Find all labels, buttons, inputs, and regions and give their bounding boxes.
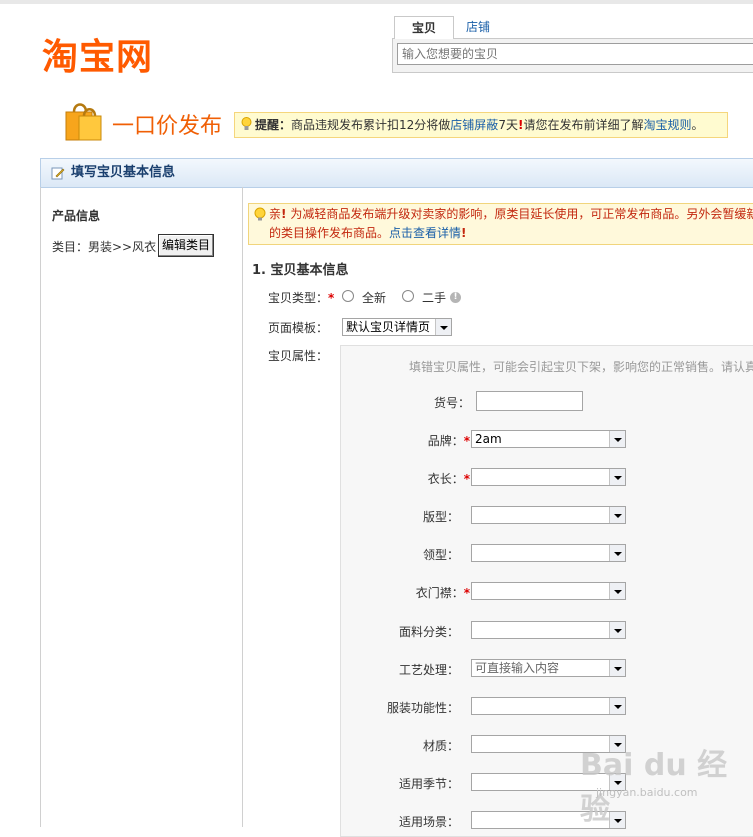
tab-items[interactable]: 宝贝	[394, 16, 454, 39]
chevron-down-icon	[609, 698, 625, 714]
watermark-url: jingyan.baidu.com	[596, 786, 698, 799]
search-box	[392, 38, 753, 73]
radio-used-label: 二手	[422, 291, 447, 305]
radio-new-label: 全新	[362, 291, 387, 305]
publish-title: 一口价发布	[112, 114, 223, 139]
watermark-logo: Bai du 经验	[580, 748, 728, 827]
taobao-logo[interactable]: 淘宝网	[42, 28, 153, 80]
top-border	[0, 0, 753, 4]
left-panel: 产品信息 类目：男装>>风衣 编辑类目	[40, 187, 243, 827]
chevron-down-icon	[609, 622, 625, 638]
taobao-rules-link[interactable]: 淘宝规则	[643, 118, 691, 132]
help-icon[interactable]: !	[450, 292, 461, 303]
field-label-item-no: 货号：	[433, 396, 470, 410]
length-select[interactable]	[471, 468, 626, 486]
template-label: 页面模板：	[268, 321, 329, 335]
notice-days: 7天	[498, 118, 518, 132]
fit-select[interactable]	[471, 506, 626, 524]
field-label-fit: 版型：	[422, 510, 459, 524]
template-select[interactable]: 默认宝贝详情页	[342, 318, 452, 336]
edit-pencil-icon	[51, 167, 65, 180]
warning-line-2: 的类目操作发布商品。	[269, 226, 390, 240]
chevron-down-icon	[609, 545, 625, 561]
field-label-function: 服装功能性：	[386, 701, 459, 715]
form-area: 亲! 为减轻商品发布端升级对卖家的影响，原类目延长使用，可正常发布商品。另外会暂…	[242, 187, 753, 837]
shopping-bag-icon	[65, 103, 102, 141]
lightbulb-icon	[241, 113, 255, 137]
fabric-select[interactable]	[471, 621, 626, 639]
chevron-down-icon	[609, 583, 625, 599]
warning-line-1: 为减轻商品发布端升级对卖家的影响，原类目延长使用，可正常发布商品。另外会暂缓新	[290, 207, 753, 221]
collar-select[interactable]	[471, 544, 626, 562]
rules-notice: 提醒：商品违规发布累计扣12分将做店铺屏蔽7天!请您在发布前详细了解淘宝规则。	[234, 112, 728, 138]
field-label-length: 衣长：*	[427, 472, 470, 486]
item-type-label: 宝贝类型：*	[268, 291, 335, 305]
section-header: 填写宝贝基本信息	[40, 158, 753, 188]
brand-select[interactable]: 2am	[471, 430, 626, 448]
attributes-hint: 填错宝贝属性，可能会引起宝贝下架，影响您的正常销售。请认真	[409, 360, 753, 374]
process-select[interactable]: 可直接输入内容	[471, 659, 626, 677]
upgrade-warning: 亲! 为减轻商品发布端升级对卖家的影响，原类目延长使用，可正常发布商品。另外会暂…	[248, 203, 753, 245]
lightbulb-icon	[254, 207, 266, 221]
search-widget: 宝贝 店铺	[392, 16, 753, 73]
radio-used[interactable]	[402, 290, 414, 302]
category-label: 类目：男装>>风衣	[52, 240, 157, 254]
field-label-fabric: 面料分类：	[398, 625, 459, 639]
brand-value: 2am	[475, 432, 502, 446]
process-placeholder: 可直接输入内容	[475, 661, 560, 675]
field-label-material: 材质：	[422, 739, 459, 753]
tab-shops[interactable]: 店铺	[454, 16, 502, 38]
item-number-input[interactable]	[476, 391, 583, 411]
field-label-placket: 衣门襟：*	[415, 586, 470, 600]
field-label-process: 工艺处理：	[398, 663, 459, 677]
section-title: 填写宝贝基本信息	[71, 165, 176, 180]
warning-prefix: 亲	[269, 207, 282, 221]
chevron-down-icon	[609, 469, 625, 485]
shop-block-link[interactable]: 店铺屏蔽	[450, 118, 498, 132]
chevron-down-icon	[609, 660, 625, 676]
notice-label: 提醒：	[255, 118, 292, 132]
notice-end: 。	[691, 118, 704, 132]
chevron-down-icon	[609, 507, 625, 523]
field-label-season: 适用季节：	[398, 777, 459, 791]
chevron-down-icon	[609, 431, 625, 447]
chevron-down-icon	[435, 319, 451, 335]
attributes-label: 宝贝属性：	[268, 349, 329, 363]
product-info-heading: 产品信息	[52, 209, 101, 223]
step-title: 1. 宝贝基本信息	[252, 263, 349, 278]
function-select[interactable]	[471, 697, 626, 715]
search-input[interactable]	[397, 43, 753, 65]
notice-text-2: 请您在发布前详细了解	[523, 118, 644, 132]
field-label-brand: 品牌：*	[427, 434, 470, 448]
view-details-link[interactable]: 点击查看详情	[389, 226, 461, 240]
field-label-collar: 领型：	[422, 548, 459, 562]
notice-text: 商品违规发布累计扣12分将做	[291, 118, 451, 132]
placket-select[interactable]	[471, 582, 626, 600]
radio-new[interactable]	[342, 290, 354, 302]
template-value: 默认宝贝详情页	[346, 320, 431, 334]
field-label-scene: 适用场景：	[398, 815, 459, 829]
edit-category-button[interactable]: 编辑类目	[158, 234, 214, 257]
